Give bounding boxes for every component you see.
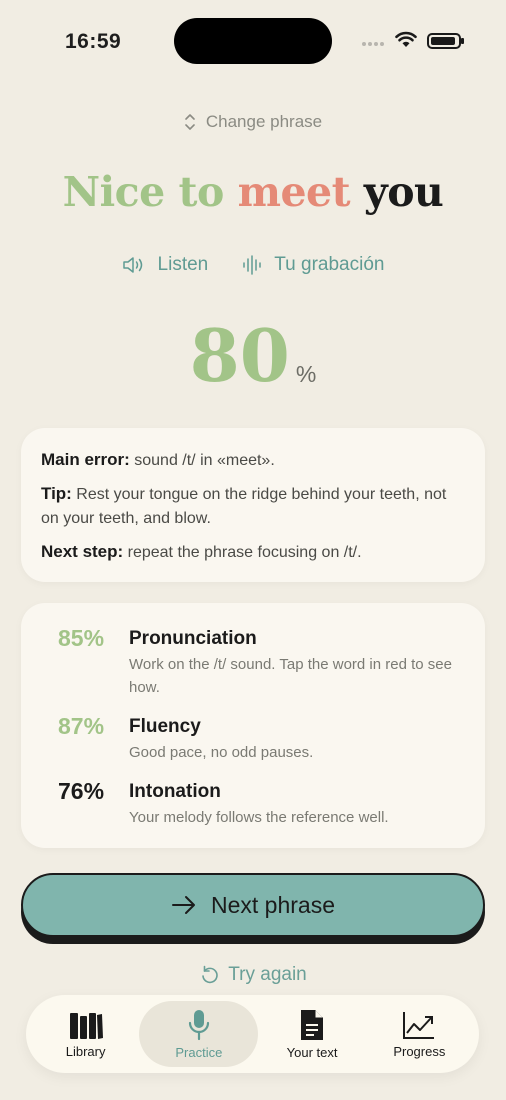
phrase-word[interactable]: Nice — [63, 168, 166, 216]
retry-icon — [202, 965, 219, 984]
cellular-signal-icon — [362, 42, 384, 46]
change-phrase-button[interactable]: Change phrase — [0, 112, 506, 132]
your-recording-label: Tu grabación — [274, 254, 385, 275]
metric-description: Your melody follows the reference well. — [129, 809, 389, 826]
metric-percent: 76% — [58, 778, 105, 804]
tab-label: Practice — [175, 1044, 223, 1060]
chevron-up-down-icon — [185, 114, 195, 130]
tip-line: Tip: Rest your tongue on the ridge behin… — [41, 482, 465, 531]
overall-score: 80 % — [0, 320, 506, 392]
wifi-icon — [395, 31, 417, 47]
metric-intonation: 76% Intonation Your melody follows the r… — [21, 778, 485, 829]
tab-your-text[interactable]: Your text — [258, 1001, 365, 1067]
try-again-button[interactable]: Try again — [0, 964, 506, 986]
battery-icon — [427, 33, 464, 49]
dynamic-island — [174, 18, 332, 64]
change-phrase-label: Change phrase — [205, 112, 323, 131]
tip-text: Rest your tongue on the ridge behind you… — [41, 486, 447, 527]
tab-bar: Library Practice Your text Progress — [26, 995, 479, 1073]
next-step-line: Next step: repeat the phrase focusing on… — [41, 540, 465, 565]
metric-percent: 85% — [58, 625, 105, 651]
your-recording-button[interactable]: Tu grabación — [242, 254, 384, 276]
tab-practice[interactable]: Practice — [139, 1001, 259, 1067]
metric-title: Intonation — [129, 781, 221, 802]
main-error-label: Main error: — [41, 450, 130, 469]
score-unit: % — [295, 361, 317, 387]
tip-label: Tip: — [41, 484, 72, 503]
books-icon — [69, 1012, 103, 1039]
next-phrase-button[interactable]: Next phrase — [21, 873, 485, 937]
metric-description: Work on the /t/ sound. Tap the word in r… — [129, 656, 452, 696]
main-error-line: Main error: sound /t/ in «meet». — [41, 448, 465, 473]
next-phrase-label: Next phrase — [210, 891, 335, 918]
metric-fluency: 87% Fluency Good pace, no odd pauses. — [21, 713, 485, 764]
metric-description: Good pace, no odd pauses. — [129, 744, 314, 761]
microphone-icon — [188, 1009, 209, 1040]
status-bar: 16:59 — [0, 0, 506, 80]
chart-line-icon — [403, 1011, 435, 1039]
next-step-label: Next step: — [41, 542, 124, 561]
try-again-label: Try again — [228, 964, 307, 985]
speaker-icon — [122, 257, 142, 273]
metric-title: Pronunciation — [129, 628, 257, 649]
feedback-card: Main error: sound /t/ in «meet». Tip: Re… — [21, 428, 485, 582]
listen-button[interactable]: Listen — [122, 254, 209, 276]
metric-pronunciation: 85% Pronunciation Work on the /t/ sound.… — [21, 625, 485, 699]
arrow-right-icon — [171, 896, 195, 914]
metric-percent: 87% — [58, 713, 105, 739]
practice-phrase: Nice to meet you — [0, 168, 506, 216]
next-step-text: repeat the phrase focusing on /t/. — [123, 544, 362, 561]
audio-controls: Listen Tu grabación — [0, 254, 506, 276]
waveform-icon — [243, 255, 261, 275]
listen-label: Listen — [157, 254, 209, 275]
phrase-word-error[interactable]: meet — [238, 168, 351, 216]
document-icon — [301, 1009, 324, 1040]
metric-title: Fluency — [129, 716, 201, 737]
score-value: 80 — [189, 313, 290, 398]
status-time: 16:59 — [65, 30, 122, 53]
metrics-card: 85% Pronunciation Work on the /t/ sound.… — [21, 603, 485, 848]
tab-label: Progress — [393, 1043, 446, 1059]
phrase-word[interactable]: you — [364, 168, 444, 216]
tab-progress[interactable]: Progress — [366, 1001, 473, 1067]
phrase-word[interactable]: to — [179, 168, 225, 216]
main-error-text: sound /t/ in «meet». — [129, 452, 275, 469]
tab-library[interactable]: Library — [32, 1001, 139, 1067]
tab-label: Your text — [286, 1044, 338, 1060]
tab-label: Library — [65, 1043, 106, 1059]
